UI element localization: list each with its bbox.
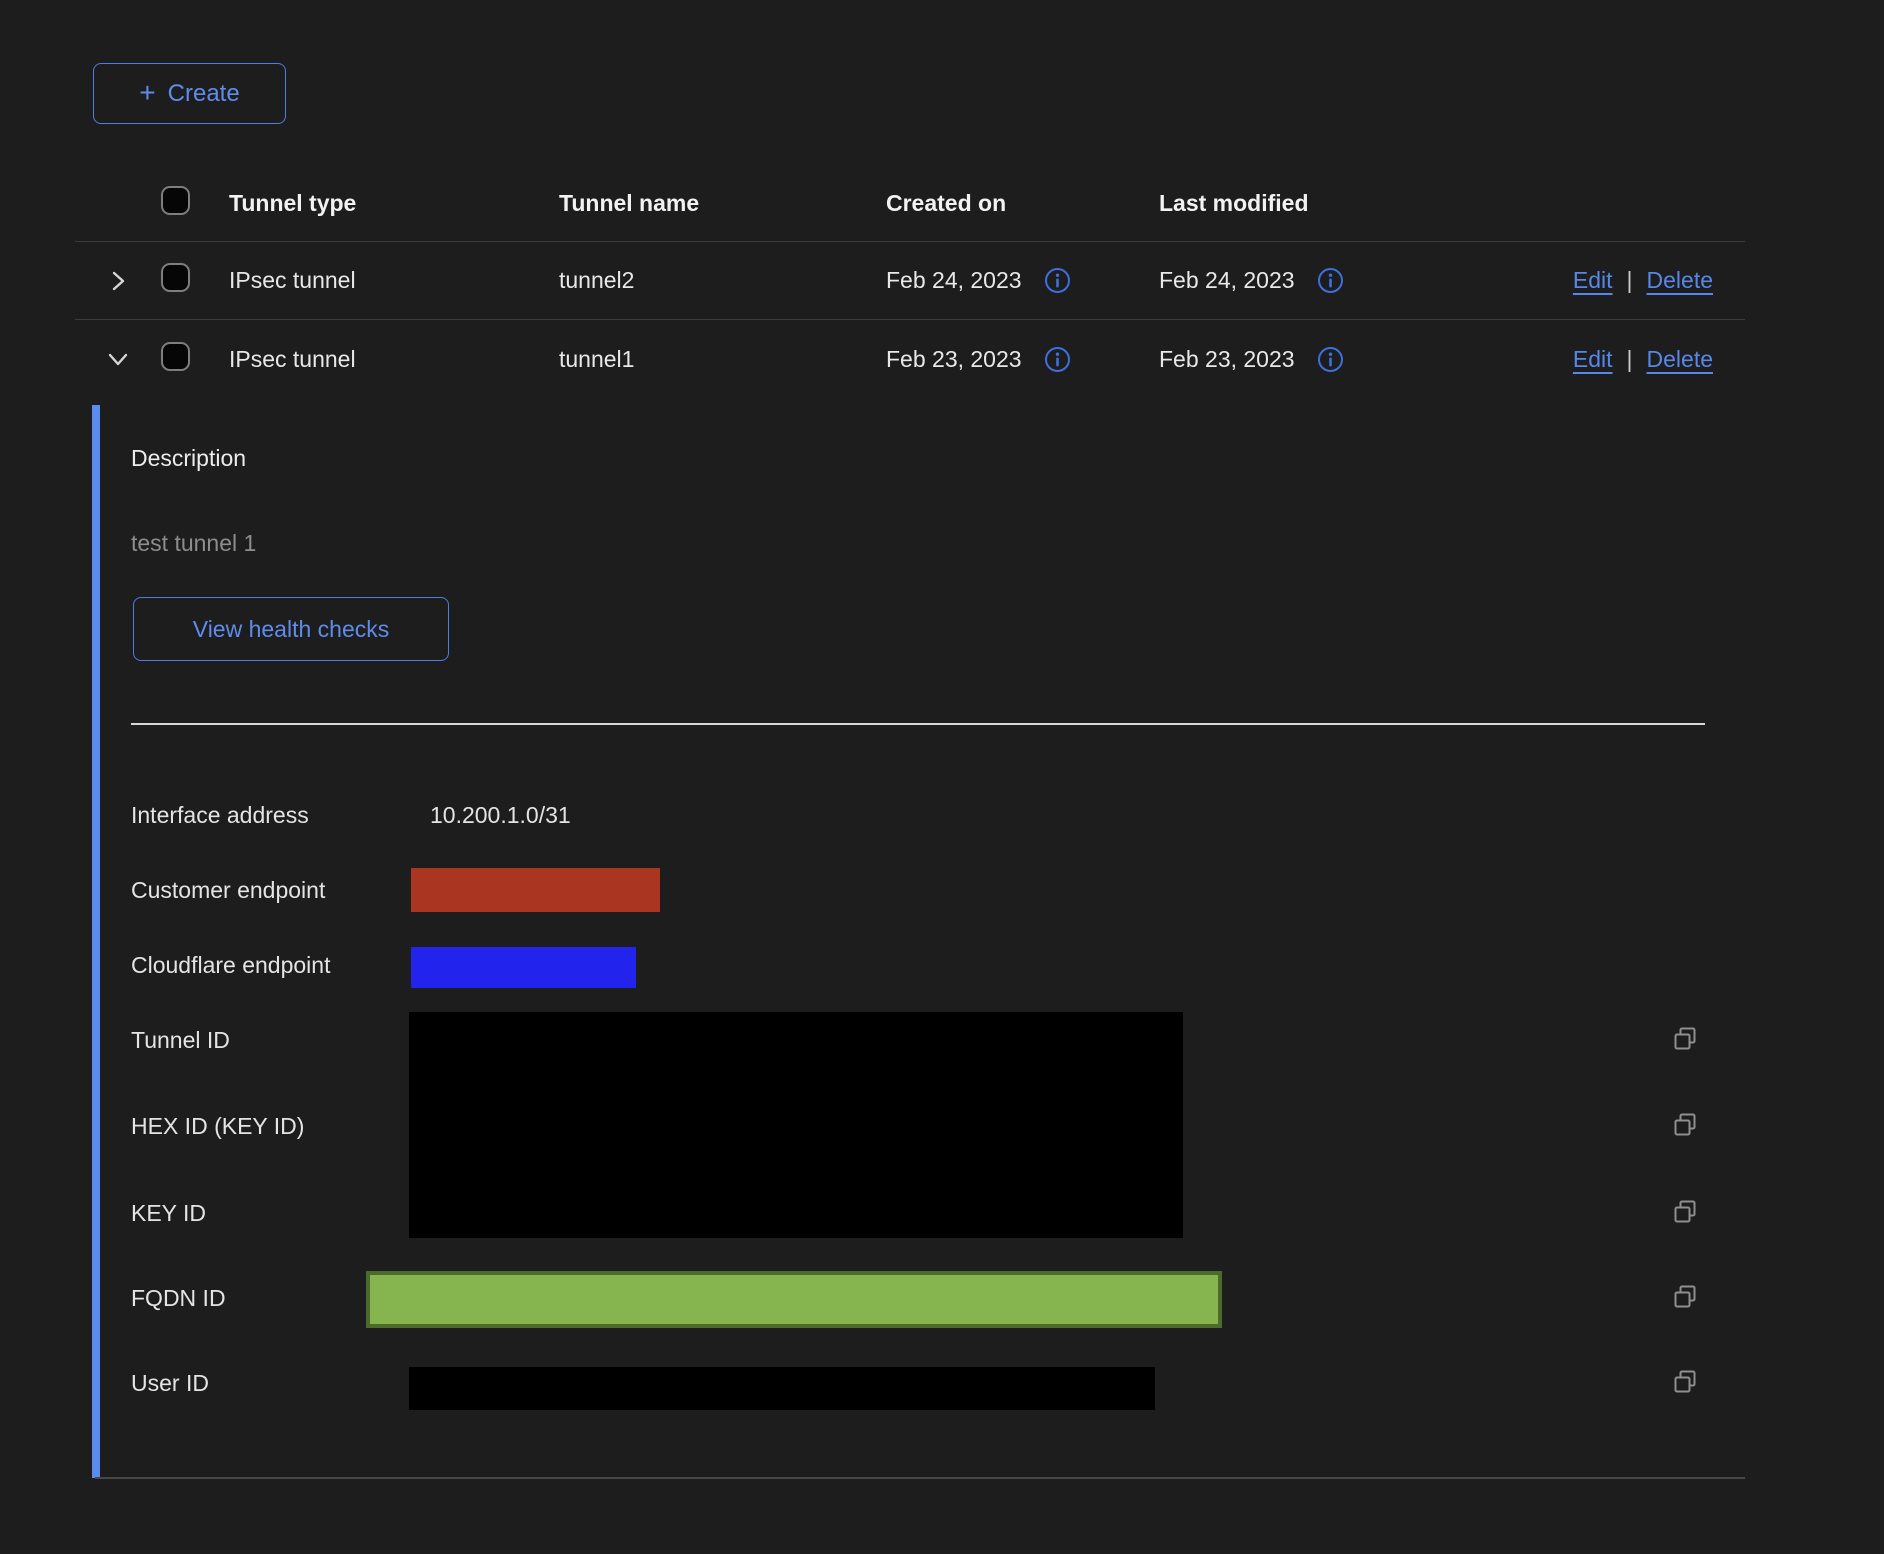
key-id-label: KEY ID bbox=[131, 1199, 206, 1227]
tunnel-name-cell: tunnel2 bbox=[559, 267, 886, 294]
id-group-redaction bbox=[409, 1012, 1183, 1238]
expand-chevron-right-icon[interactable] bbox=[105, 268, 131, 294]
table-header-row: Tunnel type Tunnel name Created on Last … bbox=[75, 166, 1745, 242]
collapse-chevron-down-icon[interactable] bbox=[105, 346, 131, 372]
header-tunnel-type: Tunnel type bbox=[229, 190, 559, 217]
plus-icon: + bbox=[139, 79, 155, 107]
created-on-value: Feb 23, 2023 bbox=[886, 346, 1022, 373]
tunnel-id-label: Tunnel ID bbox=[131, 1026, 230, 1054]
copy-icon[interactable] bbox=[1670, 1025, 1700, 1055]
header-created-on: Created on bbox=[886, 190, 1159, 217]
tunnel-table: Tunnel type Tunnel name Created on Last … bbox=[75, 166, 1745, 398]
interface-address-value: 10.200.1.0/31 bbox=[430, 801, 571, 829]
expanded-accent-bar bbox=[92, 405, 100, 1478]
created-on-value: Feb 24, 2023 bbox=[886, 267, 1022, 294]
info-icon[interactable] bbox=[1317, 346, 1344, 373]
fqdn-id-label: FQDN ID bbox=[131, 1284, 226, 1312]
last-modified-value: Feb 24, 2023 bbox=[1159, 267, 1295, 294]
tunnel-type-cell: IPsec tunnel bbox=[229, 346, 559, 373]
hex-id-label: HEX ID (KEY ID) bbox=[131, 1112, 304, 1140]
interface-address-label: Interface address bbox=[131, 801, 309, 829]
select-all-checkbox[interactable] bbox=[161, 186, 190, 215]
description-label: Description bbox=[131, 444, 246, 472]
create-button[interactable]: + Create bbox=[93, 63, 286, 124]
table-row-tunnel1: IPsec tunnel tunnel1 Feb 23, 2023 Feb 23… bbox=[75, 320, 1745, 398]
table-row-tunnel2: IPsec tunnel tunnel2 Feb 24, 2023 Feb 24… bbox=[75, 242, 1745, 320]
last-modified-value: Feb 23, 2023 bbox=[1159, 346, 1295, 373]
cloudflare-endpoint-label: Cloudflare endpoint bbox=[131, 951, 330, 979]
customer-endpoint-label: Customer endpoint bbox=[131, 876, 325, 904]
section-divider bbox=[131, 723, 1705, 725]
copy-icon[interactable] bbox=[1670, 1283, 1700, 1313]
user-id-redaction bbox=[409, 1367, 1155, 1410]
customer-endpoint-redaction bbox=[411, 868, 660, 912]
info-icon[interactable] bbox=[1044, 346, 1071, 373]
info-icon[interactable] bbox=[1044, 267, 1071, 294]
header-last-modified: Last modified bbox=[1159, 190, 1459, 217]
cloudflare-endpoint-redaction bbox=[411, 947, 636, 988]
edit-link[interactable]: Edit bbox=[1573, 267, 1613, 294]
create-button-label: Create bbox=[168, 80, 240, 108]
action-separator: | bbox=[1627, 267, 1633, 294]
edit-link[interactable]: Edit bbox=[1573, 346, 1613, 373]
copy-icon[interactable] bbox=[1670, 1111, 1700, 1141]
description-value: test tunnel 1 bbox=[131, 529, 256, 557]
copy-icon[interactable] bbox=[1670, 1198, 1700, 1228]
row-checkbox[interactable] bbox=[161, 263, 190, 292]
info-icon[interactable] bbox=[1317, 267, 1344, 294]
header-tunnel-name: Tunnel name bbox=[559, 190, 886, 217]
tunnel-name-cell: tunnel1 bbox=[559, 346, 886, 373]
row-checkbox[interactable] bbox=[161, 342, 190, 371]
copy-icon[interactable] bbox=[1670, 1368, 1700, 1398]
panel-bottom-divider bbox=[95, 1477, 1745, 1479]
tunnel-detail-panel: Description test tunnel 1 View health ch… bbox=[0, 405, 1884, 1485]
delete-link[interactable]: Delete bbox=[1647, 346, 1713, 373]
fqdn-id-redaction bbox=[366, 1271, 1222, 1328]
tunnel-type-cell: IPsec tunnel bbox=[229, 267, 559, 294]
view-health-checks-button[interactable]: View health checks bbox=[133, 597, 449, 661]
user-id-label: User ID bbox=[131, 1369, 209, 1397]
action-separator: | bbox=[1627, 346, 1633, 373]
delete-link[interactable]: Delete bbox=[1647, 267, 1713, 294]
